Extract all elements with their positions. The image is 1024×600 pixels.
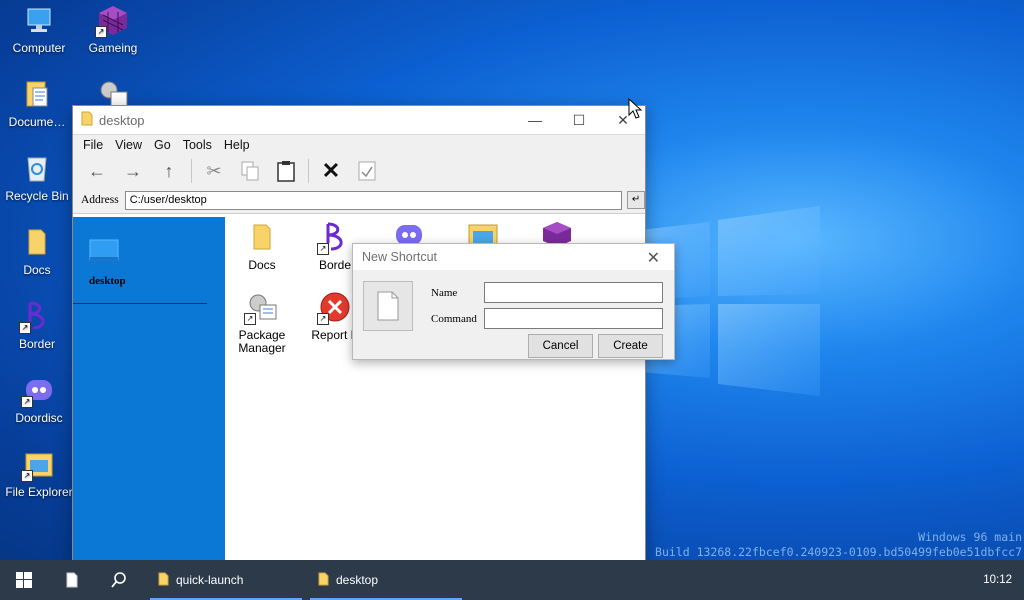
menu-go[interactable]: Go [154, 138, 171, 152]
watermark-line1: Windows 96 main [918, 530, 1022, 544]
mouse-cursor-icon [628, 98, 642, 119]
recycle-bin-icon [21, 152, 53, 184]
taskbar-item-desktop[interactable]: desktop [310, 560, 462, 600]
go-arrow-icon[interactable]: ↵ [627, 191, 645, 209]
desktop-icon-label: Docume… [8, 115, 66, 129]
folder-icon [81, 111, 93, 129]
file-item-label: Docs [248, 258, 276, 272]
desktop-icon-recycle-bin[interactable]: Recycle Bin [1, 152, 73, 202]
desktop-icon-label: Border [18, 337, 56, 351]
purple-cube-icon: ↗ [95, 4, 129, 38]
toolbar-separator [308, 159, 309, 183]
sidebar-divider [73, 303, 207, 304]
command-label: Command [431, 313, 477, 325]
desktop-icon-label: Gameing [88, 41, 138, 55]
sidebar-title: desktop [89, 275, 126, 287]
start-button[interactable] [0, 560, 48, 600]
desktop-icon-gameing[interactable]: ↗ Gameing [77, 4, 149, 54]
dialog-close-icon[interactable]: ✕ [647, 248, 660, 268]
desktop-icon-label: Computer [12, 41, 66, 55]
properties-icon[interactable] [349, 157, 385, 185]
desktop-icon-label: Docs [23, 263, 51, 277]
address-input[interactable]: C:/user/desktop [124, 190, 623, 210]
forward-icon[interactable]: → [115, 157, 151, 185]
blank-file-icon [363, 281, 413, 331]
windows-logo-icon [16, 572, 32, 588]
desktop-icon-file-explorer[interactable]: ↗ File Explorer [3, 448, 75, 498]
file-icon [66, 572, 78, 588]
discord-icon: ↗ [21, 374, 55, 408]
menu-help[interactable]: Help [224, 138, 250, 152]
menu-view[interactable]: View [115, 138, 142, 152]
cancel-button[interactable]: Cancel [528, 334, 593, 358]
shortcut-arrow-icon: ↗ [21, 396, 33, 408]
build-watermark: Windows 96 main Build 13268.22fbcef0.240… [655, 530, 1022, 560]
paste-icon[interactable] [268, 157, 304, 185]
new-shortcut-dialog[interactable]: New Shortcut ✕ Name Command Cancel Creat… [352, 243, 675, 360]
name-label: Name [431, 287, 458, 299]
error-icon: ↗ [317, 291, 351, 325]
document-icon [21, 78, 53, 110]
window-titlebar[interactable]: desktop — ☐ ✕ [73, 106, 645, 134]
delete-icon[interactable]: ✕ [313, 157, 349, 185]
shortcut-arrow-icon: ↗ [21, 470, 33, 482]
computer-icon [23, 4, 55, 36]
file-item-label: Package Manager [238, 328, 286, 355]
desktop-icon-border[interactable]: ↗ Border [1, 300, 73, 350]
maximize-button[interactable]: ☐ [557, 106, 601, 134]
address-bar: Address C:/user/desktop ↵ [73, 187, 645, 214]
shortcut-arrow-icon: ↗ [19, 322, 31, 334]
toolbar: ← → ↑ ✂ ✕ [73, 155, 645, 187]
package-manager-icon: ↗ [244, 291, 278, 325]
file-explorer-icon: ↗ [21, 448, 55, 482]
cut-icon[interactable]: ✂ [196, 157, 232, 185]
search-button[interactable] [104, 560, 134, 600]
taskbar: quick-launch desktop 10:12 [0, 560, 1024, 600]
menu-tools[interactable]: Tools [183, 138, 212, 152]
taskbar-item-label: desktop [336, 573, 379, 587]
folder-icon [21, 226, 53, 258]
search-icon [111, 572, 126, 588]
toolbar-separator [191, 159, 192, 183]
taskbar-item-label: quick-launch [176, 573, 244, 587]
folder-icon [158, 572, 169, 589]
desktop-icon-doordisc[interactable]: ↗ Doordisc [3, 374, 75, 424]
folder-icon [246, 221, 278, 253]
border-app-icon: ↗ [19, 300, 53, 334]
shortcut-arrow-icon: ↗ [317, 313, 329, 325]
menu-file[interactable]: File [83, 138, 103, 152]
shortcut-arrow-icon: ↗ [95, 26, 107, 38]
copy-icon[interactable] [232, 157, 268, 185]
desktop-icon-computer[interactable]: Computer [3, 4, 75, 54]
taskbar-clock[interactable]: 10:12 [983, 560, 1012, 600]
sidebar-pane: desktop [73, 217, 225, 562]
quick-launch-file-button[interactable] [58, 560, 86, 600]
file-item-package-manager[interactable]: ↗ Package Manager [225, 291, 299, 355]
desktop-icon-documents[interactable]: Docume… [1, 78, 73, 128]
dialog-title: New Shortcut [362, 250, 438, 264]
windows-logo-wallpaper [640, 206, 820, 396]
command-input[interactable] [484, 308, 663, 329]
file-item-docs[interactable]: Docs [225, 221, 299, 272]
address-label: Address [81, 194, 119, 206]
desktop-icon-label: Recycle Bin [5, 189, 69, 203]
desktop-icon-docs[interactable]: Docs [1, 226, 73, 276]
shortcut-arrow-icon: ↗ [317, 243, 329, 255]
folder-icon [318, 572, 329, 589]
name-input[interactable] [484, 282, 663, 303]
taskbar-item-quick-launch[interactable]: quick-launch [150, 560, 302, 600]
folder-thumbnail-icon [89, 239, 121, 266]
up-icon[interactable]: ↑ [151, 157, 187, 185]
desktop-icon-label: File Explorer [5, 485, 73, 499]
minimize-button[interactable]: — [513, 106, 557, 134]
border-app-icon: ↗ [317, 221, 351, 255]
shortcut-arrow-icon: ↗ [244, 313, 256, 325]
watermark-line2: Build 13268.22fbcef0.240923-0109.bd50499… [655, 545, 1022, 559]
menu-bar: File View Go Tools Help [73, 134, 645, 155]
window-title: desktop [99, 112, 145, 128]
create-button[interactable]: Create [598, 334, 663, 358]
desktop-icon-label: Doordisc [15, 411, 63, 425]
back-icon[interactable]: ← [79, 157, 115, 185]
dialog-titlebar[interactable]: New Shortcut ✕ [353, 244, 674, 270]
